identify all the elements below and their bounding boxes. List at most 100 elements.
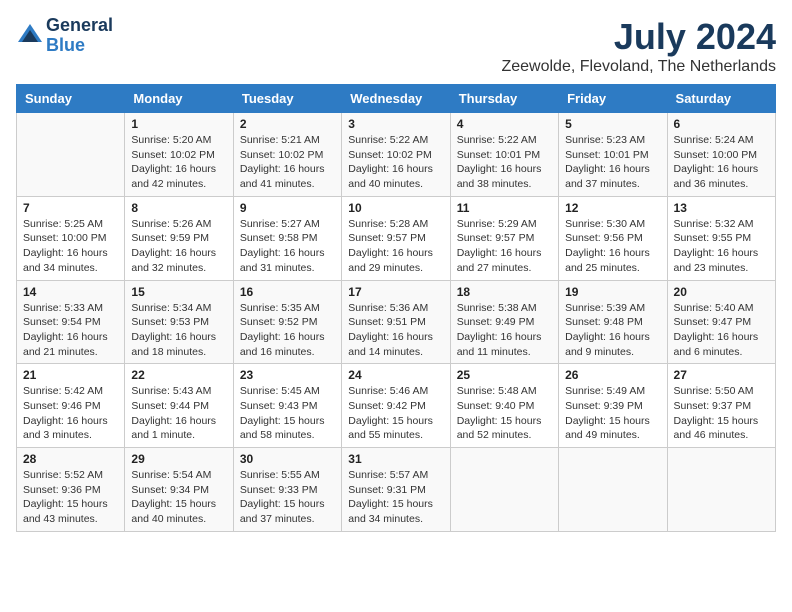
day-info: Sunrise: 5:27 AM Sunset: 9:58 PM Dayligh… [240,217,335,276]
weekday-header: Saturday [667,85,775,113]
weekday-header: Friday [559,85,667,113]
calendar-cell: 19Sunrise: 5:39 AM Sunset: 9:48 PM Dayli… [559,280,667,364]
day-info: Sunrise: 5:21 AM Sunset: 10:02 PM Daylig… [240,133,335,192]
calendar-cell: 22Sunrise: 5:43 AM Sunset: 9:44 PM Dayli… [125,364,233,448]
calendar-cell: 31 Sunrise: 5:57 AM Sunset: 9:31 PM Dayli… [342,448,450,532]
day-info: Sunrise: 5:29 AM Sunset: 9:57 PM Dayligh… [457,217,552,276]
day-number: 24 [348,368,443,382]
day-info: Sunrise: 5:46 AM Sunset: 9:42 PM Dayligh… [348,384,443,443]
day-info: Sunrise: 5:32 AM Sunset: 9:55 PM Dayligh… [674,217,769,276]
day-info: Sunrise: 5:52 AM Sunset: 9:36 PM Dayligh… [23,468,118,527]
calendar-cell: 4 Sunrise: 5:22 AM Sunset: 10:01 PM Dayli… [450,113,558,197]
calendar-cell: 24 Sunrise: 5:46 AM Sunset: 9:42 PM Dayli… [342,364,450,448]
calendar-cell: 27 Sunrise: 5:50 AM Sunset: 9:37 PM Dayli… [667,364,775,448]
calendar-cell: 16 Sunrise: 5:35 AM Sunset: 9:52 PM Dayli… [233,280,341,364]
day-number: 21 [23,368,118,382]
calendar-cell: 5 Sunrise: 5:23 AM Sunset: 10:01 PM Dayli… [559,113,667,197]
day-info: Sunrise: 5:35 AM Sunset: 9:52 PM Dayligh… [240,301,335,360]
day-number: 20 [674,285,769,299]
calendar-table: SundayMondayTuesdayWednesdayThursdayFrid… [16,84,776,532]
calendar-cell [667,448,775,532]
day-number: 16 [240,285,335,299]
day-number: 15 [131,285,226,299]
calendar-cell: 8 Sunrise: 5:26 AM Sunset: 9:59 PM Daylig… [125,196,233,280]
day-number: 2 [240,117,335,131]
day-info: Sunrise: 5:23 AM Sunset: 10:01 PM Daylig… [565,133,660,192]
calendar-cell: 17 Sunrise: 5:36 AM Sunset: 9:51 PM Dayli… [342,280,450,364]
calendar-cell [559,448,667,532]
day-number: 30 [240,452,335,466]
calendar-cell: 14Sunrise: 5:33 AM Sunset: 9:54 PM Dayli… [17,280,125,364]
day-info: Sunrise: 5:48 AM Sunset: 9:40 PM Dayligh… [457,384,552,443]
calendar-cell: 30 Sunrise: 5:55 AM Sunset: 9:33 PM Dayli… [233,448,341,532]
day-info: Sunrise: 5:26 AM Sunset: 9:59 PM Dayligh… [131,217,226,276]
calendar-cell: 3 Sunrise: 5:22 AM Sunset: 10:02 PM Dayli… [342,113,450,197]
calendar-cell: 20 Sunrise: 5:40 AM Sunset: 9:47 PM Dayli… [667,280,775,364]
day-info: Sunrise: 5:20 AM Sunset: 10:02 PM Daylig… [131,133,226,192]
day-info: Sunrise: 5:36 AM Sunset: 9:51 PM Dayligh… [348,301,443,360]
calendar-week-row: 28 Sunrise: 5:52 AM Sunset: 9:36 PM Dayli… [17,448,776,532]
weekday-header: Wednesday [342,85,450,113]
calendar-cell: 12 Sunrise: 5:30 AM Sunset: 9:56 PM Dayli… [559,196,667,280]
title-area: July 2024 Zeewolde, Flevoland, The Nethe… [501,16,776,76]
logo: General Blue [16,16,113,56]
day-info: Sunrise: 5:33 AM Sunset: 9:54 PM Dayligh… [23,301,118,360]
day-number: 8 [131,201,226,215]
weekday-header: Monday [125,85,233,113]
day-info: Sunrise: 5:54 AM Sunset: 9:34 PM Dayligh… [131,468,226,527]
day-number: 10 [348,201,443,215]
calendar-cell: 29 Sunrise: 5:54 AM Sunset: 9:34 PM Dayli… [125,448,233,532]
day-number: 7 [23,201,118,215]
day-number: 26 [565,368,660,382]
calendar-cell [450,448,558,532]
day-number: 29 [131,452,226,466]
day-info: Sunrise: 5:22 AM Sunset: 10:02 PM Daylig… [348,133,443,192]
day-info: Sunrise: 5:25 AM Sunset: 10:00 PM Daylig… [23,217,118,276]
day-number: 17 [348,285,443,299]
day-info: Sunrise: 5:57 AM Sunset: 9:31 PM Dayligh… [348,468,443,527]
day-number: 13 [674,201,769,215]
day-number: 18 [457,285,552,299]
weekday-header: Sunday [17,85,125,113]
calendar-week-row: 14Sunrise: 5:33 AM Sunset: 9:54 PM Dayli… [17,280,776,364]
calendar-cell: 2 Sunrise: 5:21 AM Sunset: 10:02 PM Dayli… [233,113,341,197]
day-number: 28 [23,452,118,466]
day-number: 31 [348,452,443,466]
day-number: 1 [131,117,226,131]
calendar-cell: 1 Sunrise: 5:20 AM Sunset: 10:02 PM Dayli… [125,113,233,197]
day-info: Sunrise: 5:34 AM Sunset: 9:53 PM Dayligh… [131,301,226,360]
day-info: Sunrise: 5:55 AM Sunset: 9:33 PM Dayligh… [240,468,335,527]
day-info: Sunrise: 5:50 AM Sunset: 9:37 PM Dayligh… [674,384,769,443]
calendar-cell: 11Sunrise: 5:29 AM Sunset: 9:57 PM Dayli… [450,196,558,280]
day-info: Sunrise: 5:42 AM Sunset: 9:46 PM Dayligh… [23,384,118,443]
day-info: Sunrise: 5:39 AM Sunset: 9:48 PM Dayligh… [565,301,660,360]
calendar-week-row: 21 Sunrise: 5:42 AM Sunset: 9:46 PM Dayli… [17,364,776,448]
calendar-week-row: 1 Sunrise: 5:20 AM Sunset: 10:02 PM Dayli… [17,113,776,197]
location-title: Zeewolde, Flevoland, The Netherlands [501,58,776,76]
day-info: Sunrise: 5:22 AM Sunset: 10:01 PM Daylig… [457,133,552,192]
day-number: 9 [240,201,335,215]
weekday-header: Thursday [450,85,558,113]
day-number: 5 [565,117,660,131]
day-info: Sunrise: 5:45 AM Sunset: 9:43 PM Dayligh… [240,384,335,443]
day-number: 4 [457,117,552,131]
day-info: Sunrise: 5:30 AM Sunset: 9:56 PM Dayligh… [565,217,660,276]
day-info: Sunrise: 5:38 AM Sunset: 9:49 PM Dayligh… [457,301,552,360]
day-info: Sunrise: 5:49 AM Sunset: 9:39 PM Dayligh… [565,384,660,443]
day-number: 25 [457,368,552,382]
day-number: 3 [348,117,443,131]
calendar-cell: 28 Sunrise: 5:52 AM Sunset: 9:36 PM Dayli… [17,448,125,532]
calendar-cell: 9 Sunrise: 5:27 AM Sunset: 9:58 PM Daylig… [233,196,341,280]
weekday-header: Tuesday [233,85,341,113]
calendar-cell: 7 Sunrise: 5:25 AM Sunset: 10:00 PM Dayli… [17,196,125,280]
day-number: 27 [674,368,769,382]
day-number: 23 [240,368,335,382]
logo-icon [16,22,44,50]
calendar-cell: 25 Sunrise: 5:48 AM Sunset: 9:40 PM Dayli… [450,364,558,448]
calendar-cell: 21 Sunrise: 5:42 AM Sunset: 9:46 PM Dayli… [17,364,125,448]
day-info: Sunrise: 5:40 AM Sunset: 9:47 PM Dayligh… [674,301,769,360]
day-info: Sunrise: 5:43 AM Sunset: 9:44 PM Dayligh… [131,384,226,443]
day-number: 12 [565,201,660,215]
calendar-cell: 18 Sunrise: 5:38 AM Sunset: 9:49 PM Dayli… [450,280,558,364]
calendar-cell: 10Sunrise: 5:28 AM Sunset: 9:57 PM Dayli… [342,196,450,280]
